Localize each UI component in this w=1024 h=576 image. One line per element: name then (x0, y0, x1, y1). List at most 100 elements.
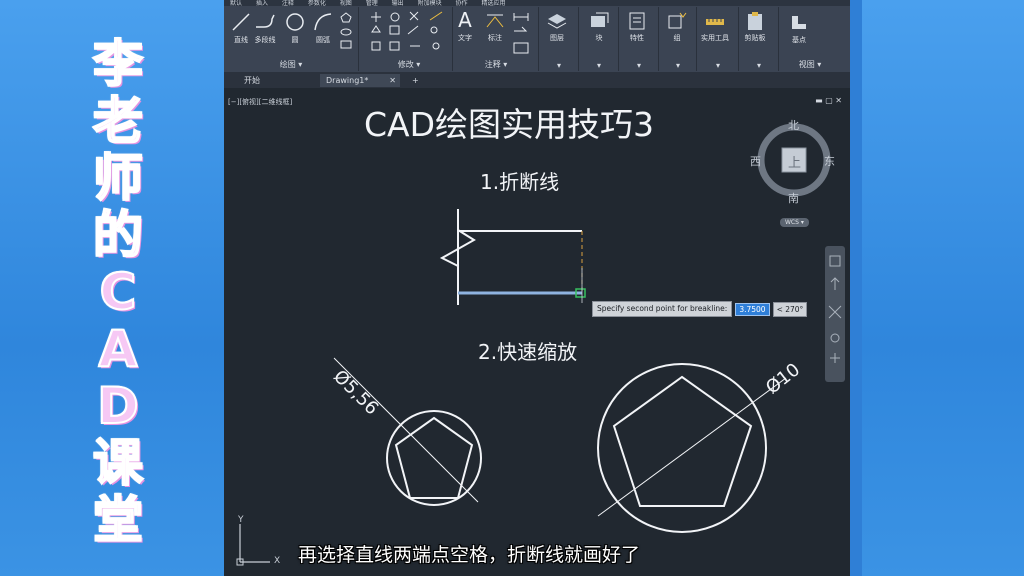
watermark-char: 老 (92, 92, 144, 151)
block-dropdown-arrow[interactable]: ▾ (580, 61, 618, 70)
ribbon-tab-strip: 默认 插入 注释 参数化 视图 管理 输出 附加模块 协作 精选应用 (224, 0, 850, 7)
annotation-panel-title[interactable]: 注释 ▾ (454, 59, 538, 70)
properties-dropdown-arrow[interactable]: ▾ (620, 61, 658, 70)
clipboard-icon (748, 12, 762, 30)
circle-tool-button[interactable]: 圆 (284, 11, 306, 45)
drawing-viewport[interactable]: [−][俯视][二维线框] ▬ ▢ ✕ CAD绘图实用技巧3 1.折断线 2.快… (224, 88, 850, 576)
watermark-char: 李 (92, 35, 144, 94)
dimension-tool-label: 标注 (488, 34, 502, 42)
close-tab-icon[interactable]: ✕ (389, 74, 396, 87)
clipboard-button[interactable]: 剪贴板 (744, 11, 766, 43)
modify-panel-title[interactable]: 修改 ▾ (366, 59, 452, 70)
utilities-panel: 实用工具 ▾ (698, 7, 739, 71)
group-panel: 组 ▾ (660, 7, 697, 71)
watermark-char: C (99, 263, 138, 322)
dynamic-input-tooltip: Specify second point for breakline: 3.75… (592, 301, 808, 317)
tab-drawing1[interactable]: Drawing1* ✕ (320, 74, 400, 87)
large-dimension-line (597, 377, 787, 517)
utilities-label: 实用工具 (701, 34, 729, 42)
line-icon (232, 13, 250, 31)
base-point-icon (792, 16, 806, 29)
group-button[interactable]: 组 (666, 11, 688, 43)
text-tool-label: 文字 (458, 34, 472, 42)
properties-icon (629, 12, 645, 30)
ucs-axis-icon (236, 524, 270, 566)
line-tool-label: 直线 (234, 36, 248, 44)
angle-input[interactable]: < 270° (772, 301, 808, 317)
group-dropdown-arrow[interactable]: ▾ (660, 61, 696, 70)
block-panel: 块 ▾ (580, 7, 619, 71)
draw-panel: 直线 多段线 圆 圆弧 绘图 ▾ (224, 7, 359, 71)
channel-watermark: 李 老 师 的 C A D 课 堂 (78, 35, 158, 550)
layers-icon (547, 14, 567, 29)
ucs-y-label: Y (238, 515, 244, 525)
wcs-menu[interactable]: WCS ▾ (780, 218, 809, 227)
utilities-dropdown-arrow[interactable]: ▾ (698, 61, 738, 70)
drawing-title-text[interactable]: CAD绘图实用技巧3 (364, 98, 654, 146)
large-circle-pentagon (597, 363, 787, 533)
video-subtitle: 再选择直线两端点空格，折断线就画好了 (298, 544, 641, 566)
new-tab-button[interactable]: + (406, 74, 425, 87)
document-tabs: 开始 Drawing1* ✕ + (224, 72, 850, 88)
clipboard-panel: 剪贴板 ▾ (740, 7, 779, 71)
viewcube-south[interactable]: 南 (788, 190, 799, 206)
text-tool-button[interactable]: A 文字 (458, 9, 472, 43)
properties-button[interactable]: 特性 (626, 11, 648, 43)
circle-icon (286, 13, 304, 31)
polyline-tool-button[interactable]: 多段线 (254, 11, 276, 45)
watermark-char: 堂 (92, 491, 144, 550)
command-prompt-text: Specify second point for breakline: (592, 301, 733, 317)
draw-small-tools-icon[interactable] (338, 11, 354, 51)
layers-button[interactable]: 图层 (546, 11, 568, 43)
view-panel: 基点 视图 ▾ (780, 7, 840, 71)
section-heading-zoom[interactable]: 2.快速缩放 (478, 336, 577, 365)
utilities-button[interactable]: 实用工具 (701, 11, 729, 43)
navbar-tools-icon[interactable] (825, 246, 845, 382)
viewcube[interactable]: 北 南 西 东 上 (750, 117, 836, 205)
annotation-panel: A 文字 标注 注释 ▾ (454, 7, 539, 71)
watermark-char: 课 (92, 434, 144, 493)
block-button[interactable]: 块 (588, 11, 610, 43)
large-pentagon (612, 375, 753, 507)
watermark-char: 的 (92, 206, 144, 265)
watermark-char: A (98, 320, 139, 379)
ucs-x-label: X (274, 556, 281, 566)
navigation-bar (825, 246, 845, 382)
layers-panel: 图层 ▾ (540, 7, 579, 71)
watermark-char: D (96, 377, 139, 436)
viewcube-north[interactable]: 北 (788, 117, 799, 133)
tab-start[interactable]: 开始 (238, 74, 266, 87)
distance-input[interactable]: 3.7500 (735, 302, 770, 316)
clipboard-dropdown-arrow[interactable]: ▾ (740, 61, 778, 70)
dimension-tool-button[interactable]: 标注 (484, 11, 506, 43)
modify-tools-icon[interactable] (370, 10, 450, 56)
block-label: 块 (595, 34, 603, 42)
modify-panel: 修改 ▾ (366, 7, 453, 71)
polyline-icon (256, 14, 275, 28)
breakline-drawing (439, 209, 583, 305)
ribbon: 默认 插入 注释 参数化 视图 管理 输出 附加模块 协作 精选应用 直线 多段… (224, 0, 850, 72)
viewcube-top-face[interactable]: 上 (788, 152, 801, 171)
draw-panel-title[interactable]: 绘图 ▾ (224, 59, 358, 70)
polyline-tool-label: 多段线 (254, 36, 276, 44)
viewcube-east[interactable]: 东 (824, 153, 835, 169)
autocad-window: 默认 插入 注释 参数化 视图 管理 输出 附加模块 协作 精选应用 直线 多段… (224, 0, 850, 576)
layers-label: 图层 (550, 34, 564, 42)
tab-drawing1-label: Drawing1* (326, 76, 369, 85)
arc-tool-button[interactable]: 圆弧 (312, 11, 334, 45)
base-point-button[interactable]: 基点 (788, 13, 810, 45)
viewcube-west[interactable]: 西 (750, 153, 761, 169)
dimension-icon (486, 14, 504, 28)
layers-dropdown-arrow[interactable]: ▾ (540, 61, 578, 70)
watermark-char: 师 (92, 149, 144, 208)
section-heading-breakline[interactable]: 1.折断线 (480, 166, 559, 195)
line-tool-button[interactable]: 直线 (230, 11, 252, 45)
properties-label: 特性 (630, 34, 644, 42)
view-panel-title[interactable]: 视图 ▾ (780, 59, 840, 70)
annotation-small-tools-icon[interactable] (512, 11, 532, 57)
clipboard-label: 剪贴板 (744, 34, 766, 42)
arc-icon (314, 13, 332, 31)
arc-tool-label: 圆弧 (316, 36, 330, 44)
properties-panel: 特性 ▾ (620, 7, 659, 71)
group-label: 组 (673, 34, 681, 42)
